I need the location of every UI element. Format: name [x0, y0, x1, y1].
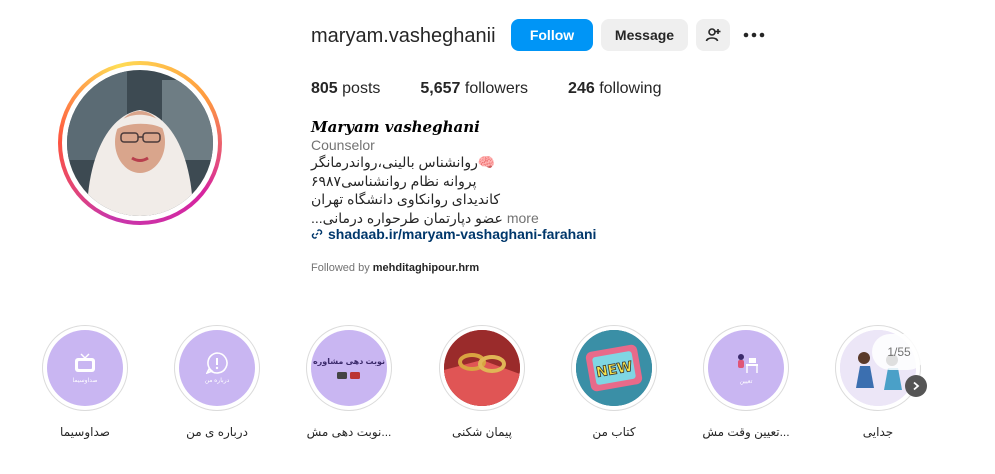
phone-icon [337, 371, 360, 379]
followers-count: 5,657 [420, 80, 461, 97]
profile-bio: 🧠روانشناس بالینی،رواندرمانگر پروانه نظام… [311, 153, 539, 227]
bio-line-text: عضو دپارتمان طرحواره درمانی... [311, 209, 503, 226]
followed-by-user[interactable]: mehditaghipour.hrm [373, 262, 479, 274]
profile-stats: 805 posts 5,657 followers 246 following [311, 80, 701, 98]
highlight-label: درباره ی من [186, 425, 248, 439]
broken-rings-image [444, 330, 520, 406]
highlight-thumb-text: صداوسیما [72, 377, 98, 384]
bio-line: کاندیدای روانکاوی دانشگاه تهران [311, 191, 501, 207]
highlight-ring: تعیین [703, 325, 789, 411]
followers-stat[interactable]: 5,657 followers [420, 80, 528, 98]
followed-by: Followed by mehditaghipour.hrm [311, 262, 479, 274]
highlight-thumb [444, 330, 520, 406]
chevron-right-icon [913, 381, 920, 391]
avatar-frame [62, 65, 218, 221]
desk-person-icon [738, 353, 758, 373]
highlight-label: پیمان شکنی [451, 425, 512, 439]
highlight-thumb-text: تعیین [739, 378, 753, 385]
add-user-icon [705, 28, 721, 42]
profile-avatar[interactable] [58, 61, 222, 225]
highlight-item[interactable]: تعیین تعیین وقت مش... [702, 325, 790, 439]
highlight-thumb: NEW [576, 330, 652, 406]
highlights-next-button[interactable] [905, 375, 927, 397]
more-options-button[interactable] [737, 19, 771, 51]
profile-link[interactable]: shadaab.ir/maryam-vashaghani-farahani [311, 226, 596, 242]
highlight-item[interactable]: NEW کتاب من [571, 325, 657, 439]
highlight-label: نوبت دهی مش... [306, 425, 392, 439]
highlight-thumb-text: درباره من [204, 378, 230, 384]
story-highlights: صداوسیما صداوسیما درباره من درباره ی من … [0, 325, 995, 465]
posts-count: 805 [311, 80, 338, 97]
bio-more-link[interactable]: more [507, 210, 539, 226]
highlight-thumb: صداوسیما [47, 330, 123, 406]
highlight-label: کتاب من [592, 425, 636, 439]
profile-category: Counselor [311, 137, 375, 153]
highlight-thumb: تعیین [708, 330, 784, 406]
bio-line: پروانه نظام روانشناسی۶۹۸۷ [311, 172, 477, 189]
highlight-item[interactable]: پیمان شکنی [439, 325, 525, 439]
posts-label: posts [342, 80, 381, 97]
link-icon [311, 229, 323, 239]
tv-icon [75, 353, 95, 372]
highlight-item[interactable]: نوبت دهی مشاوره نوبت دهی مش... [306, 325, 392, 439]
highlight-thumb: درباره من [179, 330, 255, 406]
highlight-item[interactable]: درباره من درباره ی من [174, 325, 260, 439]
highlight-ring: صداوسیما [42, 325, 128, 411]
avatar-photo [67, 70, 213, 216]
following-label: following [599, 80, 662, 97]
highlight-label: جدایی [862, 425, 894, 439]
profile-username: maryam.vasheghanii [311, 25, 496, 47]
bio-line-last: عضو دپارتمان طرحواره درمانی... more [311, 209, 539, 228]
more-dots-icon [743, 32, 765, 38]
message-button[interactable]: Message [601, 19, 688, 51]
bio-line: 🧠روانشناس بالینی،رواندرمانگر [311, 154, 496, 170]
highlight-ring: نوبت دهی مشاوره [306, 325, 392, 411]
profile-link-text: shadaab.ir/maryam-vashaghani-farahani [328, 226, 597, 242]
highlight-ring [439, 325, 525, 411]
suggested-users-button[interactable] [696, 19, 730, 51]
following-stat[interactable]: 246 following [568, 80, 661, 98]
highlight-pager: 1/55 [872, 334, 926, 370]
highlight-label: صداوسیما [60, 425, 110, 439]
highlight-item[interactable]: صداوسیما صداوسیما [42, 325, 128, 439]
followed-by-prefix: Followed by [311, 262, 373, 274]
highlight-ring: NEW [571, 325, 657, 411]
new-tv-image: NEW [576, 330, 652, 406]
profile-full-name: Maryam vasheghani [311, 118, 480, 136]
follow-button[interactable]: Follow [511, 19, 593, 51]
highlight-ring: درباره من [174, 325, 260, 411]
chat-info-icon [206, 352, 228, 374]
highlight-label: تعیین وقت مش... [702, 425, 790, 439]
posts-stat: 805 posts [311, 80, 380, 98]
following-count: 246 [568, 80, 595, 97]
highlight-thumb-text: نوبت دهی مشاوره [312, 356, 386, 366]
highlight-thumb: نوبت دهی مشاوره [311, 330, 387, 406]
followers-label: followers [464, 80, 529, 97]
